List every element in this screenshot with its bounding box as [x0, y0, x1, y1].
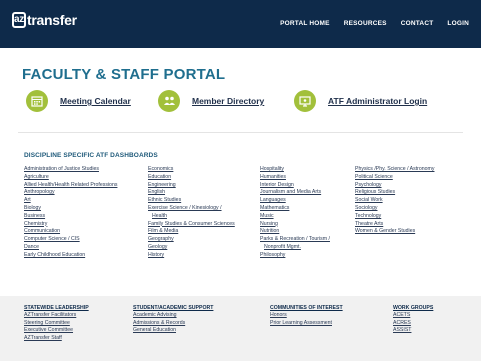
- dashboard-link[interactable]: Music: [260, 213, 330, 221]
- dashboard-link[interactable]: Nursing: [260, 221, 330, 229]
- dashboard-link[interactable]: English: [148, 189, 235, 197]
- dashboard-link[interactable]: Physics /Phy. Science / Astronomy: [355, 166, 434, 174]
- logo-text: transfer: [27, 12, 77, 28]
- dashboard-column-3: Hospitality Humanities Interior Design J…: [260, 166, 330, 260]
- top-nav: PORTAL HOME RESOURCES CONTACT LOGIN: [280, 20, 469, 27]
- footer-group-work-groups: WORK GROUPS ACETS ACRES ASSIST: [393, 305, 433, 335]
- quick-link-member-directory[interactable]: Member Directory: [158, 90, 264, 112]
- dashboard-link[interactable]: Early Childhood Education: [24, 252, 117, 260]
- dashboard-link[interactable]: Art: [24, 197, 117, 205]
- site-header: az transfer PORTAL HOME RESOURCES CONTAC…: [0, 0, 481, 48]
- dashboard-link[interactable]: Women & Gender Studies: [355, 228, 434, 236]
- footer-link[interactable]: Admissions & Records: [133, 320, 213, 328]
- quick-link-label: ATF Administrator Login: [328, 96, 428, 106]
- page-title: FACULTY & STAFF PORTAL: [22, 66, 226, 83]
- dashboard-link[interactable]: Ethnic Studies: [148, 197, 235, 205]
- dashboard-link[interactable]: Allied Health/Health Related Professions: [24, 182, 117, 190]
- dashboard-link[interactable]: Biology: [24, 205, 117, 213]
- footer-group-heading[interactable]: COMMUNITIES OF INTEREST: [270, 305, 343, 311]
- dashboard-link[interactable]: Humanities: [260, 174, 330, 182]
- quick-link-meeting-calendar[interactable]: Meeting Calendar: [26, 90, 131, 112]
- nav-contact[interactable]: CONTACT: [401, 20, 434, 27]
- dashboards-heading: DISCIPLINE SPECIFIC ATF DASHBOARDS: [24, 152, 158, 159]
- footer-link[interactable]: AZTransfer Facilitators: [24, 312, 89, 320]
- dashboard-link[interactable]: Business: [24, 213, 117, 221]
- quick-link-label: Meeting Calendar: [60, 96, 131, 106]
- nav-portal-home[interactable]: PORTAL HOME: [280, 20, 330, 27]
- footer-group-heading[interactable]: WORK GROUPS: [393, 305, 433, 311]
- dashboard-link[interactable]: Geography: [148, 236, 235, 244]
- dashboard-link[interactable]: Hospitality: [260, 166, 330, 174]
- dashboard-link[interactable]: Technology: [355, 213, 434, 221]
- footer-link[interactable]: ASSIST: [393, 327, 433, 335]
- footer-link[interactable]: Honors: [270, 312, 343, 320]
- dashboard-link[interactable]: Journalism and Media Arts: [260, 189, 330, 197]
- dashboard-column-1: Administration of Justice Studies Agricu…: [24, 166, 117, 260]
- footer-group-statewide-leadership: STATEWIDE LEADERSHIP AZTransfer Facilita…: [24, 305, 89, 342]
- quick-link-label: Member Directory: [192, 96, 265, 106]
- dashboard-link[interactable]: Dance: [24, 244, 117, 252]
- dashboard-link[interactable]: Philosophy: [260, 252, 330, 260]
- nav-login[interactable]: LOGIN: [447, 20, 469, 27]
- dashboard-link[interactable]: Religious Studies: [355, 189, 434, 197]
- dashboard-link[interactable]: Exercise Science / Kinesiology /: [148, 205, 235, 213]
- dashboard-column-2: Economics Education Engineering English …: [148, 166, 235, 260]
- dashboard-link[interactable]: Computer Science / CIS: [24, 236, 117, 244]
- dashboard-link[interactable]: Political Science: [355, 174, 434, 182]
- dashboard-link[interactable]: Languages: [260, 197, 330, 205]
- dashboard-link[interactable]: Family Studies & Consumer Sciences: [148, 221, 235, 229]
- dashboard-link[interactable]: Mathematics: [260, 205, 330, 213]
- dashboard-link[interactable]: Geology: [148, 244, 235, 252]
- dashboard-link[interactable]: Agriculture: [24, 174, 117, 182]
- dashboard-link[interactable]: Engineering: [148, 182, 235, 190]
- dashboard-link[interactable]: Administration of Justice Studies: [24, 166, 117, 174]
- footer-link[interactable]: ACRES: [393, 320, 433, 328]
- dashboard-link[interactable]: Interior Design: [260, 182, 330, 190]
- section-divider: [18, 132, 463, 133]
- footer-group-heading[interactable]: STUDENT/ACADEMIC SUPPORT: [133, 305, 213, 311]
- calendar-icon: [26, 90, 48, 112]
- dashboard-link[interactable]: Social Work: [355, 197, 434, 205]
- dashboard-link[interactable]: Sociology: [355, 205, 434, 213]
- footer-link[interactable]: General Education: [133, 327, 213, 335]
- dashboard-column-4: Physics /Phy. Science / Astronomy Politi…: [355, 166, 434, 236]
- logo-mark: az: [12, 12, 26, 28]
- dashboard-link[interactable]: Nonprofit Mgmt.: [260, 244, 330, 252]
- dashboard-link[interactable]: Anthropology: [24, 189, 117, 197]
- nav-resources[interactable]: RESOURCES: [344, 20, 387, 27]
- dashboard-link[interactable]: Nutrition: [260, 228, 330, 236]
- footer-group-heading[interactable]: STATEWIDE LEADERSHIP: [24, 305, 89, 311]
- dashboard-link[interactable]: Education: [148, 174, 235, 182]
- dashboard-link[interactable]: History: [148, 252, 235, 260]
- dashboard-link[interactable]: Economics: [148, 166, 235, 174]
- footer-link[interactable]: Steering Committee: [24, 320, 89, 328]
- dashboard-link[interactable]: Theatre Arts: [355, 221, 434, 229]
- footer-link[interactable]: Prior Learning Assessment: [270, 320, 343, 328]
- dashboard-link[interactable]: Parks & Recreation / Tourism /: [260, 236, 330, 244]
- footer-link[interactable]: Academic Advising: [133, 312, 213, 320]
- footer-link[interactable]: ACETS: [393, 312, 433, 320]
- footer-link[interactable]: Executive Committee: [24, 327, 89, 335]
- dashboard-link[interactable]: Chemistry: [24, 221, 117, 229]
- footer-group-student-academic-support: STUDENT/ACADEMIC SUPPORT Academic Advisi…: [133, 305, 213, 335]
- dashboard-link[interactable]: Psychology: [355, 182, 434, 190]
- quick-link-admin-login[interactable]: ATF Administrator Login: [294, 90, 427, 112]
- dashboard-link[interactable]: Communication: [24, 228, 117, 236]
- people-icon: [158, 90, 180, 112]
- admin-login-icon: [294, 90, 316, 112]
- footer-group-communities-of-interest: COMMUNITIES OF INTEREST Honors Prior Lea…: [270, 305, 343, 327]
- dashboard-link[interactable]: Film & Media: [148, 228, 235, 236]
- aztransfer-logo[interactable]: az transfer: [12, 12, 77, 28]
- footer-link[interactable]: AZTransfer Staff: [24, 335, 89, 343]
- dashboard-link[interactable]: Health: [148, 213, 235, 221]
